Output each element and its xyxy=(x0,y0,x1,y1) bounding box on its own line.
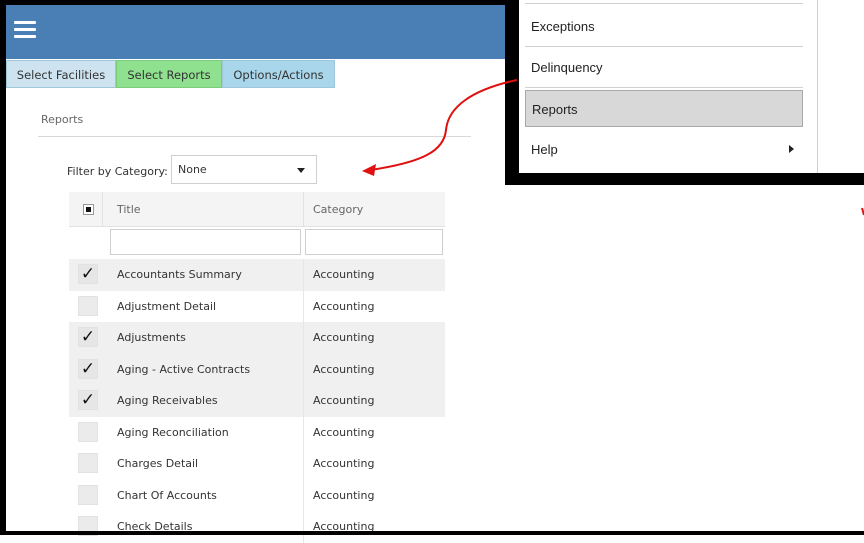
column-divider xyxy=(303,511,304,543)
row-title: Adjustment Detail xyxy=(117,299,217,313)
row-checkbox[interactable]: ✓ xyxy=(78,264,98,284)
menu-item-exceptions[interactable]: Exceptions xyxy=(525,8,803,47)
filter-category-select[interactable]: None xyxy=(171,155,317,184)
tab-options-actions[interactable]: Options/Actions xyxy=(222,60,335,88)
column-divider xyxy=(303,416,304,448)
column-divider xyxy=(303,192,304,227)
table-row[interactable]: Charges Detail Accounting xyxy=(69,448,445,480)
row-checkbox[interactable]: ✓ xyxy=(78,390,98,410)
navigation-menu: Exceptions Delinquency Reports Help xyxy=(519,0,864,173)
row-title: Aging Receivables xyxy=(117,394,218,407)
table-row[interactable]: Aging Reconciliation Accounting xyxy=(69,416,445,448)
column-divider xyxy=(303,290,304,322)
table-row[interactable]: Check Details Accounting xyxy=(69,511,445,543)
column-header-category[interactable]: Category xyxy=(313,203,363,216)
tab-select-facilities[interactable]: Select Facilities xyxy=(6,60,116,88)
row-category: Accounting xyxy=(313,299,375,313)
table-row[interactable]: ✓ Aging - Active Contracts Accounting xyxy=(69,353,445,385)
row-title: Aging Reconciliation xyxy=(117,425,229,439)
row-checkbox[interactable] xyxy=(78,421,98,442)
table-row[interactable]: ✓ Aging Receivables Accounting xyxy=(69,385,445,417)
frame-edge xyxy=(0,0,6,535)
grid-header: Title Category xyxy=(69,192,445,227)
column-divider xyxy=(303,479,304,511)
column-divider xyxy=(303,448,304,480)
row-title: Charges Detail xyxy=(117,457,199,470)
row-category: Accounting xyxy=(313,331,375,344)
top-bar xyxy=(6,5,520,59)
menu-item-delinquency[interactable]: Delinquency xyxy=(525,49,803,88)
row-category: Accounting xyxy=(313,394,375,407)
chevron-down-icon xyxy=(297,168,305,173)
row-category: Accounting xyxy=(313,425,375,439)
menu-item-help[interactable]: Help xyxy=(525,131,803,168)
row-title: Chart Of Accounts xyxy=(117,488,217,502)
frame-edge xyxy=(0,531,864,535)
column-divider xyxy=(303,322,304,354)
annotation-arrow-curve xyxy=(369,79,518,171)
row-title: Aging - Active Contracts xyxy=(117,362,251,376)
title-filter-input[interactable] xyxy=(110,229,301,255)
menu-item-reports[interactable]: Reports xyxy=(525,90,803,127)
row-checkbox[interactable] xyxy=(78,295,98,316)
row-category: Accounting xyxy=(313,488,375,502)
filter-category-value: None xyxy=(178,163,207,176)
navigation-popup: Exceptions Delinquency Reports Help xyxy=(505,0,864,185)
table-row[interactable]: Adjustment Detail Accounting xyxy=(69,290,445,322)
row-checkbox[interactable]: ✓ xyxy=(78,358,98,379)
column-divider xyxy=(102,192,103,227)
section-label: Reports xyxy=(41,113,84,126)
row-category: Accounting xyxy=(313,362,375,376)
grid-filter-row xyxy=(69,227,445,257)
row-checkbox[interactable]: ✓ xyxy=(78,327,98,347)
grid-rows: ✓ Accountants Summary Accounting Adjustment… xyxy=(69,259,445,543)
row-title: Accountants Summary xyxy=(117,268,242,281)
column-divider xyxy=(303,259,304,291)
menu-item-help-label: Help xyxy=(531,142,558,157)
menu-divider xyxy=(525,3,803,4)
column-divider xyxy=(303,385,304,417)
menu-divider xyxy=(817,0,818,173)
column-divider xyxy=(303,353,304,385)
hamburger-menu-icon[interactable] xyxy=(14,21,36,39)
table-row[interactable]: Chart Of Accounts Accounting xyxy=(69,479,445,511)
row-checkbox[interactable] xyxy=(78,453,98,473)
row-category: Accounting xyxy=(313,457,375,470)
app-frame: Select Facilities Select Reports Options… xyxy=(0,0,864,543)
select-all-checkbox[interactable] xyxy=(83,204,94,215)
column-header-title[interactable]: Title xyxy=(117,203,141,216)
table-row[interactable]: ✓ Accountants Summary Accounting xyxy=(69,259,445,291)
tab-select-reports[interactable]: Select Reports xyxy=(116,60,222,88)
frame-edge xyxy=(0,0,520,5)
row-category: Accounting xyxy=(313,268,375,281)
annotation-arrow-head xyxy=(362,164,376,176)
row-checkbox[interactable] xyxy=(78,484,98,505)
table-row[interactable]: ✓ Adjustments Accounting xyxy=(69,322,445,354)
filter-category-label: Filter by Category: xyxy=(67,165,168,178)
section-divider xyxy=(38,136,471,137)
category-filter-input[interactable] xyxy=(305,229,443,255)
row-title: Adjustments xyxy=(117,331,186,344)
chevron-right-icon xyxy=(789,145,794,153)
step-tabs: Select Facilities Select Reports Options… xyxy=(6,60,335,88)
